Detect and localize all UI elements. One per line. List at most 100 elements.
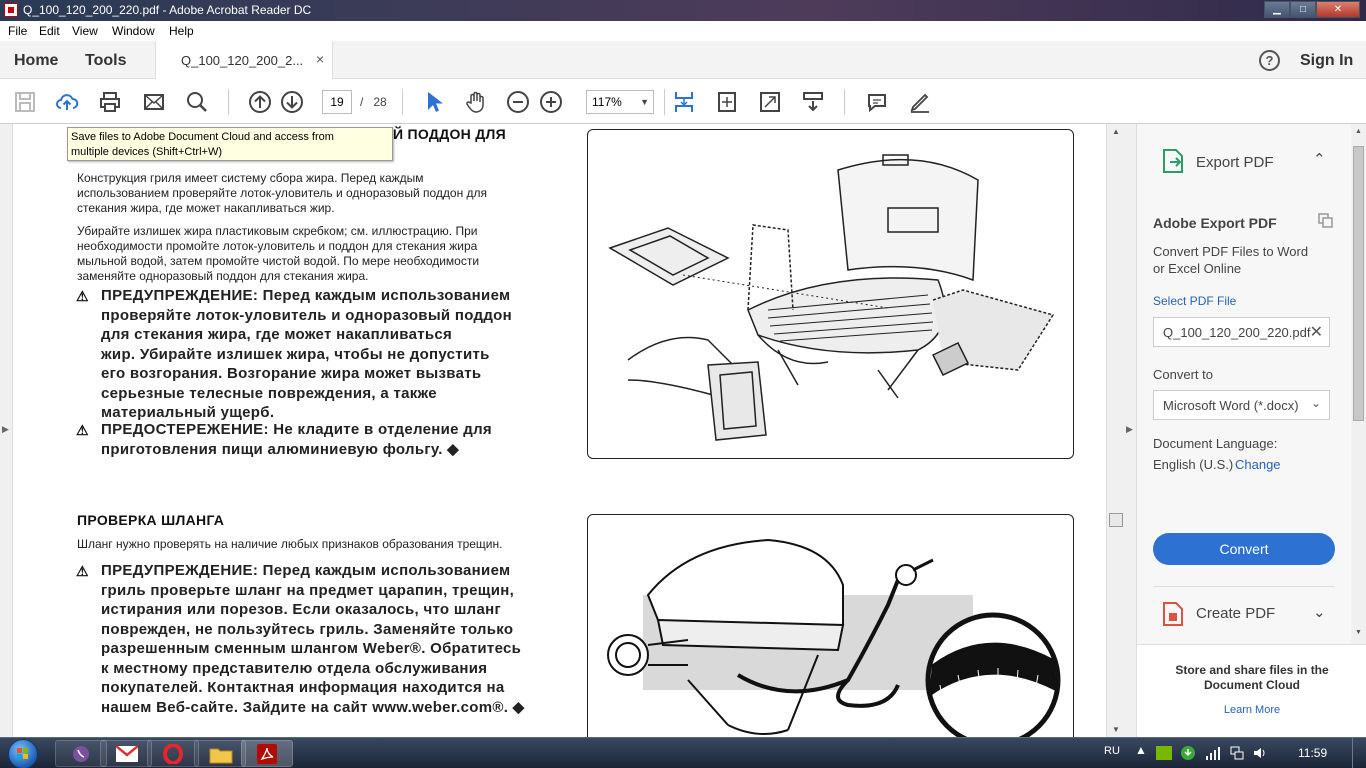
tab-bar: Home Tools Q_100_120_200_2... × ? Sign I… [0,41,1366,79]
text-line: серьезные телесные повреждения, а также [101,384,437,402]
minimize-button[interactable]: ▁ [1264,1,1290,18]
zoom-select[interactable]: 117% ▼ [586,90,654,114]
select-cursor-icon[interactable] [422,90,446,114]
clock[interactable]: 11:59 [1298,746,1327,760]
update-icon[interactable] [1180,745,1196,761]
folder-icon [209,748,233,764]
warning-icon: ⚠ [76,563,89,579]
export-pdf-icon [1163,149,1183,173]
menu-window[interactable]: Window [112,24,155,38]
scroll-thumb[interactable] [1109,513,1123,527]
panel-scrollbar[interactable]: ▲ ▼ [1351,124,1366,644]
start-button[interactable] [8,739,38,768]
full-screen-icon[interactable] [758,90,782,114]
window-title: Q_100_120_200_220.pdf - Adobe Acrobat Re… [23,3,312,17]
scroll-down-icon[interactable]: ▼ [1112,725,1120,734]
promo-line: Store and share files in the [1175,663,1329,677]
fit-page-icon[interactable] [715,90,739,114]
tab-document[interactable]: Q_100_120_200_2... × [155,41,333,79]
scroll-up-icon[interactable]: ▲ [1112,127,1120,136]
signal-icon[interactable] [1205,746,1221,760]
document-scrollbar[interactable]: ▲ ▼ [1106,124,1124,737]
save-icon[interactable] [13,90,37,114]
zoom-in-icon[interactable] [539,90,563,114]
scrolling-mode-icon[interactable] [672,90,696,114]
search-icon[interactable] [185,90,209,114]
copy-icon[interactable] [1318,213,1334,229]
text-line: жир. Убирайте излишек жира, чтобы не доп… [101,345,490,363]
convert-to-label: Convert to [1153,367,1213,382]
text-line: заменяйте одноразовый поддон для стекани… [77,269,369,283]
convert-button[interactable]: Convert [1153,533,1335,565]
adobe-export-heading: Adobe Export PDF [1153,215,1277,231]
scroll-down-icon[interactable]: ▼ [1355,629,1362,636]
hose-drawing [607,538,1061,737]
menu-file[interactable]: File [8,24,27,38]
volume-icon[interactable] [1252,745,1268,761]
taskbar-opera[interactable] [147,740,199,767]
text-line: нашем Веб-сайте. Зайдите на сайт www.web… [101,698,525,716]
show-desktop-button[interactable] [1352,738,1366,768]
left-pane-toggle[interactable]: ▶ [0,124,13,737]
close-tab-icon[interactable]: × [316,51,324,67]
change-language-link[interactable]: Change [1235,457,1281,472]
text-line: ПРЕДУПРЕЖДЕНИЕ: Перед каждым использован… [101,287,511,304]
read-mode-icon[interactable] [801,90,825,114]
format-select[interactable]: Microsoft Word (*.docx) ⌄ [1153,390,1330,420]
network-icon[interactable] [1229,745,1245,761]
maximize-button[interactable]: □ [1290,1,1316,18]
scroll-thumb[interactable] [1353,146,1364,421]
email-icon[interactable] [142,90,166,114]
page-count: 28 [373,95,387,109]
language-indicator[interactable]: RU [1104,745,1120,757]
text-line: проверяйте лоток-уловитель и одноразовый… [101,306,513,324]
cloud-upload-icon[interactable] [55,90,79,114]
taskbar-mail[interactable] [100,740,152,767]
comment-icon[interactable] [865,90,889,114]
export-pdf-title[interactable]: Export PDF [1196,154,1274,171]
export-pdf-panel: Export PDF ⌃ Adobe Export PDF Convert PD… [1136,124,1366,737]
tab-home[interactable]: Home [14,52,58,70]
menu-bar: File Edit View Window Help [0,21,1366,41]
chevron-down-icon: ⌄ [1310,396,1321,410]
sign-in-link[interactable]: Sign In [1300,52,1353,70]
text-line: истирания или порезов. Если оказалось, ч… [101,601,502,618]
chevron-up-icon[interactable]: ⌃ [1313,150,1326,168]
previous-page-icon[interactable] [248,90,272,114]
paragraph: Шланг нужно проверять на наличие любых п… [77,537,503,551]
right-pane-toggle[interactable]: ▶ [1124,124,1136,737]
selected-file-field[interactable]: Q_100_120_200_220.pdf ✕ [1153,317,1330,347]
select-pdf-file-link[interactable]: Select PDF File [1153,294,1236,308]
help-icon[interactable]: ? [1259,50,1280,71]
menu-view[interactable]: View [72,24,98,38]
text-line: покупателей. Контактная информация наход… [101,679,505,696]
grill-drawing [608,154,1055,441]
clear-file-icon[interactable]: ✕ [1310,322,1323,342]
chevron-down-icon: ▼ [640,97,649,107]
tab-tools[interactable]: Tools [85,52,126,70]
title-bar: Q_100_120_200_220.pdf - Adobe Acrobat Re… [0,0,1366,21]
learn-more-link[interactable]: Learn More [1137,704,1366,716]
zoom-out-icon[interactable] [506,90,530,114]
menu-help[interactable]: Help [169,24,194,38]
taskbar-explorer[interactable] [194,740,246,767]
taskbar-acrobat[interactable] [241,740,293,767]
tray-expand-icon[interactable]: ▲ [1135,743,1147,757]
menu-edit[interactable]: Edit [39,24,60,38]
acrobat-app-icon [4,3,18,17]
chevron-down-icon[interactable]: ⌄ [1313,603,1326,621]
page-separator: / [360,95,364,109]
nvidia-icon[interactable] [1156,746,1172,760]
scroll-up-icon[interactable]: ▲ [1355,128,1362,135]
text-line: стекания жира, где может накапливаться ж… [77,201,335,215]
print-icon[interactable] [98,90,122,114]
create-pdf-title[interactable]: Create PDF [1196,605,1275,622]
sign-pen-icon[interactable] [908,90,932,114]
close-window-button[interactable]: ✕ [1316,1,1360,18]
next-page-icon[interactable] [280,90,304,114]
document-language-value: English (U.S.) [1153,457,1234,472]
page-number-input[interactable]: 19 [322,90,352,114]
grease-tray-illustration [587,129,1074,459]
hand-tool-icon[interactable] [464,90,488,114]
text-line: необходимости промойте лоток-уловитель и… [77,239,478,253]
